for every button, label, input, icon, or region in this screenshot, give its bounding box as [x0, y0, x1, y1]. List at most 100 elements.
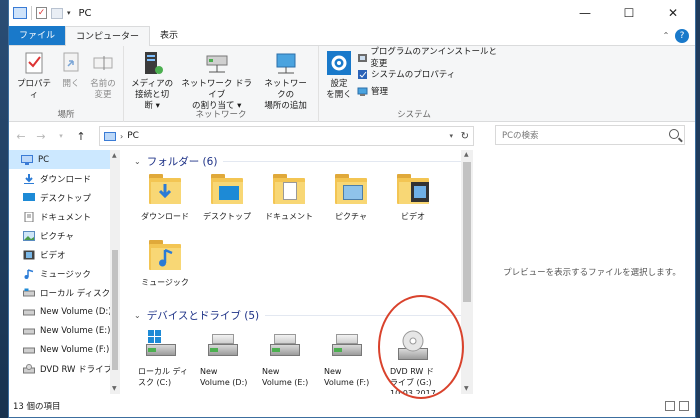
desktop-background: [0, 0, 8, 418]
computer-management-icon: [357, 87, 368, 96]
system-group: 設定 を開く プログラムのアンインストールと変更 システムのプロパティ 管理 シ…: [319, 46, 509, 122]
properties-quick-icon[interactable]: ✓: [36, 7, 47, 19]
folders-grid: ダウンロード デスクトップ ドキュメント ピクチャ ビデオ ミュージック: [120, 172, 471, 304]
documents-folder-icon: [271, 172, 307, 206]
folder-desktop[interactable]: デスクトップ: [196, 172, 258, 238]
download-folder-icon: [147, 172, 183, 206]
desktop-folder-icon: [209, 172, 245, 206]
maximize-button[interactable]: ☐: [607, 0, 651, 26]
tab-file[interactable]: ファイル: [9, 26, 66, 45]
open-icon: [58, 50, 84, 76]
windows-drive-icon: [144, 330, 178, 360]
help-icon[interactable]: ?: [675, 29, 689, 43]
scroll-down-icon[interactable]: ▼: [464, 385, 469, 392]
manage-button[interactable]: 管理: [357, 84, 505, 98]
new-folder-quick-icon[interactable]: [51, 7, 63, 19]
pc-icon: [104, 131, 116, 141]
ribbon: プロパティ 開く 名前の 変更 場所 メディアの 接続と切断 ▾ ネットワーク …: [9, 46, 695, 122]
network-group: メディアの 接続と切断 ▾ ネットワーク ドライブ の割り当て ▾ ネットワーク…: [124, 46, 319, 122]
drive-new-volume-e[interactable]: New Volume (E:): [258, 326, 320, 394]
system-properties-button[interactable]: システムのプロパティ: [357, 67, 505, 81]
location-group: プロパティ 開く 名前の 変更 場所: [9, 46, 124, 122]
folder-videos[interactable]: ビデオ: [382, 172, 444, 238]
scroll-up-icon[interactable]: ▲: [112, 152, 117, 159]
uninstall-icon: [358, 53, 367, 62]
uninstall-programs-button[interactable]: プログラムのアンインストールと変更: [357, 47, 505, 69]
hdd-icon: [268, 330, 302, 360]
forward-arrow-icon[interactable]: →: [33, 130, 49, 143]
customize-toolbar-chevron-icon[interactable]: ▾: [67, 9, 71, 17]
desktop-icon: [23, 192, 35, 201]
minimize-button[interactable]: —: [563, 0, 607, 26]
folder-documents[interactable]: ドキュメント: [258, 172, 320, 238]
collapse-chevron-icon[interactable]: ⌄: [134, 157, 141, 166]
quick-access-toolbar: ✓ ▾: [9, 6, 71, 20]
scroll-up-icon[interactable]: ▲: [464, 151, 469, 158]
network-drive-icon: [204, 50, 230, 76]
close-button[interactable]: ✕: [651, 0, 695, 26]
details-view-icon[interactable]: [665, 401, 675, 411]
file-explorer-window: ✓ ▾ PC — ☐ ✕ ファイル コンピューター 表示 ⌃ ? プロパティ 開…: [8, 0, 696, 418]
refresh-icon[interactable]: ↻: [461, 131, 469, 142]
folder-music[interactable]: ミュージック: [134, 238, 196, 304]
nav-item-dvd-rw-drive[interactable]: DVD RW ドライブ (: [9, 359, 120, 378]
preview-pane: プレビューを表示するファイルを選択します。: [489, 150, 695, 394]
tab-view[interactable]: 表示: [150, 26, 188, 45]
nav-item-videos[interactable]: ビデオ: [9, 245, 120, 264]
title-bar: ✓ ▾ PC — ☐ ✕: [9, 0, 695, 26]
breadcrumb-separator-icon[interactable]: ›: [120, 132, 123, 141]
folders-section-header[interactable]: ⌄ フォルダー (6): [120, 150, 471, 172]
hdd-icon: [206, 330, 240, 360]
address-bar[interactable]: › PC ▾ ↻: [99, 126, 474, 146]
download-icon: [24, 173, 34, 184]
system-group-label: システム: [397, 110, 431, 120]
address-history-chevron-icon[interactable]: ▾: [449, 132, 453, 140]
nav-item-new-volume-f[interactable]: New Volume (F:): [9, 340, 120, 359]
music-folder-icon: [147, 238, 183, 272]
network-group-label: ネットワーク: [195, 110, 247, 120]
breadcrumb-pc[interactable]: PC: [127, 131, 139, 141]
large-icons-view-icon[interactable]: [679, 401, 689, 411]
preview-message: プレビューを表示するファイルを選択します。: [503, 268, 681, 278]
media-server-icon: [139, 50, 165, 76]
folder-downloads[interactable]: ダウンロード: [134, 172, 196, 238]
drive-icon: [23, 347, 35, 353]
nav-item-documents[interactable]: ドキュメント: [9, 207, 120, 226]
nav-item-downloads[interactable]: ダウンロード: [9, 169, 120, 188]
scrollbar-thumb[interactable]: [463, 162, 471, 302]
back-arrow-icon[interactable]: ←: [13, 130, 29, 143]
video-icon: [23, 250, 35, 259]
nav-item-new-volume-e[interactable]: New Volume (E:): [9, 321, 120, 340]
nav-item-pc[interactable]: PC: [9, 150, 120, 169]
drive-icon: [23, 309, 35, 315]
search-input[interactable]: PCの検索: [495, 125, 685, 145]
nav-item-new-volume-d[interactable]: New Volume (D:): [9, 302, 120, 321]
pc-icon: [21, 154, 33, 165]
collapse-ribbon-chevron-icon[interactable]: ⌃: [657, 26, 675, 45]
tab-computer[interactable]: コンピューター: [65, 26, 151, 46]
nav-item-local-disk-c[interactable]: ローカル ディスク (C: [9, 283, 120, 302]
video-folder-icon: [395, 172, 431, 206]
recent-locations-chevron-icon[interactable]: ▾: [53, 132, 69, 140]
drive-new-volume-d[interactable]: New Volume (D:): [196, 326, 258, 394]
drive-new-volume-f[interactable]: New Volume (F:): [320, 326, 382, 394]
navigation-pane: PC ダウンロード デスクトップ ドキュメント ピクチャ ビデオ ミュージック …: [9, 150, 120, 394]
nav-item-desktop[interactable]: デスクトップ: [9, 188, 120, 207]
folder-pictures[interactable]: ピクチャ: [320, 172, 382, 238]
system-properties-icon: [358, 69, 367, 79]
ribbon-tabs: ファイル コンピューター 表示 ⌃ ?: [9, 26, 695, 46]
local-disk-icon: [23, 288, 35, 296]
annotation-circle: [378, 295, 464, 399]
drive-local-disk-c[interactable]: ローカル ディ スク (C:): [134, 326, 196, 394]
collapse-chevron-icon[interactable]: ⌄: [134, 311, 141, 320]
pictures-folder-icon: [333, 172, 369, 206]
music-icon: [24, 268, 34, 279]
pictures-icon: [23, 230, 35, 241]
nav-item-music[interactable]: ミュージック: [9, 264, 120, 283]
nav-pane-scrollbar[interactable]: ▲ ▼: [110, 150, 120, 394]
nav-item-pictures[interactable]: ピクチャ: [9, 226, 120, 245]
scrollbar-thumb[interactable]: [112, 250, 118, 370]
scroll-down-icon[interactable]: ▼: [112, 385, 117, 392]
up-arrow-icon[interactable]: ↑: [73, 130, 89, 143]
window-title: PC: [78, 7, 92, 19]
